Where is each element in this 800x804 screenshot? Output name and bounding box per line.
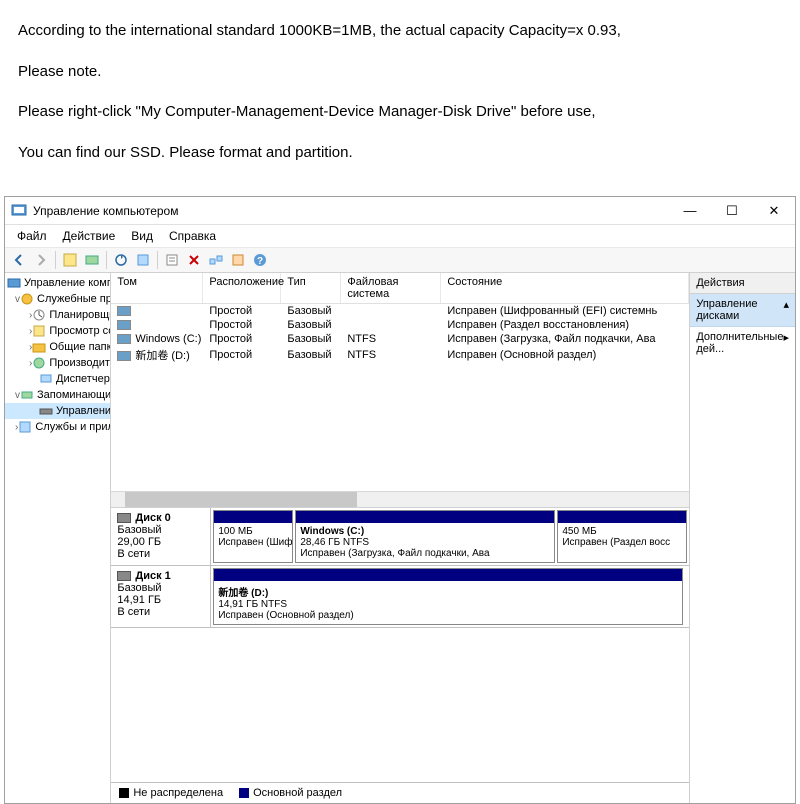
toolbar-icon[interactable]	[60, 250, 80, 270]
disk-icon	[117, 571, 131, 581]
volume-row[interactable]: ПростойБазовыйИсправен (Раздел восстанов…	[111, 318, 689, 332]
tree-services[interactable]: ›Службы и приложения	[5, 419, 110, 435]
volume-row[interactable]: ПростойБазовыйИсправен (Шифрованный (EFI…	[111, 304, 689, 318]
partition[interactable]: 新加卷 (D:)14,91 ГБ NTFSИсправен (Основной …	[213, 568, 683, 625]
tree-event[interactable]: ›Просмотр событий	[5, 323, 110, 339]
forward-button[interactable]	[31, 250, 51, 270]
intro-line: Please right-click "My Computer-Manageme…	[18, 101, 782, 124]
delete-icon[interactable]	[184, 250, 204, 270]
properties-icon[interactable]	[162, 250, 182, 270]
window-title: Управление компьютером	[33, 204, 669, 218]
toolbar-icon[interactable]	[206, 250, 226, 270]
tree-diskmgmt[interactable]: Управление дисками	[5, 403, 110, 419]
volume-row[interactable]: 新加卷 (D:)ПростойБазовыйNTFSИсправен (Осно…	[111, 346, 689, 364]
close-button[interactable]: ✕	[753, 198, 795, 224]
col-state[interactable]: Состояние	[441, 273, 689, 303]
intro-line: Please note.	[18, 61, 782, 84]
minimize-button[interactable]: —	[669, 198, 711, 224]
volume-list: Том Расположение Тип Файловая система Со…	[111, 273, 689, 508]
intro-text: According to the international standard …	[0, 0, 800, 192]
toolbar: ?	[5, 248, 795, 273]
svg-text:?: ?	[257, 256, 263, 267]
volume-icon	[117, 351, 131, 361]
intro-line: According to the international standard …	[18, 20, 782, 43]
disk-row: Диск 1Базовый14,91 ГБВ сети新加卷 (D:)14,91…	[111, 566, 689, 628]
tree-utils[interactable]: vСлужебные программы	[5, 291, 110, 307]
disk-row: Диск 0Базовый29,00 ГБВ сети100 МБИсправе…	[111, 508, 689, 566]
app-window: Управление компьютером — ☐ ✕ Файл Действ…	[4, 196, 796, 804]
tree-devmgr[interactable]: Диспетчер устройств	[5, 371, 110, 387]
intro-line: You can find our SSD. Please format and …	[18, 142, 782, 165]
maximize-button[interactable]: ☐	[711, 198, 753, 224]
tree-root[interactable]: Управление компьютером (л	[5, 275, 110, 291]
col-fs[interactable]: Файловая система	[341, 273, 441, 303]
tree-task[interactable]: ›Планировщик заданий	[5, 307, 110, 323]
volume-icon	[117, 334, 131, 344]
tree-perf[interactable]: ›Производительность	[5, 355, 110, 371]
help-icon[interactable]: ?	[250, 250, 270, 270]
volume-icon	[117, 306, 131, 316]
volume-row[interactable]: Windows (C:)ПростойБазовыйNTFSИсправен (…	[111, 332, 689, 346]
actions-panel: Действия Управление дисками▴ Дополнитель…	[690, 273, 795, 803]
disk-header[interactable]: Диск 0Базовый29,00 ГБВ сети	[111, 508, 211, 565]
menu-action[interactable]: Действие	[57, 227, 122, 245]
menu-view[interactable]: Вид	[125, 227, 159, 245]
toolbar-icon[interactable]	[228, 250, 248, 270]
col-tom[interactable]: Том	[111, 273, 203, 303]
col-loc[interactable]: Расположение	[203, 273, 281, 303]
app-icon	[11, 203, 27, 219]
disk-header[interactable]: Диск 1Базовый14,91 ГБВ сети	[111, 566, 211, 627]
legend-primary: Основной раздел	[253, 787, 342, 799]
actions-header: Действия	[690, 273, 795, 294]
col-type[interactable]: Тип	[281, 273, 341, 303]
actions-more[interactable]: Дополнительные дей...▸	[690, 327, 795, 359]
disk-graphical: Диск 0Базовый29,00 ГБВ сети100 МБИсправе…	[111, 508, 689, 782]
back-button[interactable]	[9, 250, 29, 270]
toolbar-icon[interactable]	[133, 250, 153, 270]
menubar: Файл Действие Вид Справка	[5, 225, 795, 248]
menu-help[interactable]: Справка	[163, 227, 222, 245]
horizontal-scrollbar[interactable]	[111, 491, 689, 507]
titlebar[interactable]: Управление компьютером — ☐ ✕	[5, 197, 795, 225]
legend-unalloc-icon	[119, 788, 129, 798]
toolbar-icon[interactable]	[82, 250, 102, 270]
menu-file[interactable]: Файл	[11, 227, 53, 245]
tree-shared[interactable]: ›Общие папки	[5, 339, 110, 355]
legend-unalloc: Не распределена	[133, 787, 223, 799]
center-panel: Том Расположение Тип Файловая система Со…	[111, 273, 690, 803]
legend-primary-icon	[239, 788, 249, 798]
disk-icon	[117, 513, 131, 523]
partition[interactable]: 450 МБИсправен (Раздел восс	[557, 510, 687, 563]
tree-storage[interactable]: vЗапоминающие устройст	[5, 387, 110, 403]
volume-icon	[117, 320, 131, 330]
actions-section[interactable]: Управление дисками▴	[690, 294, 795, 327]
partition[interactable]: Windows (C:)28,46 ГБ NTFSИсправен (Загру…	[295, 510, 555, 563]
nav-tree: Управление компьютером (л vСлужебные про…	[5, 273, 111, 803]
partition[interactable]: 100 МБИсправен (Шиф	[213, 510, 293, 563]
refresh-icon[interactable]	[111, 250, 131, 270]
volume-headers: Том Расположение Тип Файловая система Со…	[111, 273, 689, 304]
